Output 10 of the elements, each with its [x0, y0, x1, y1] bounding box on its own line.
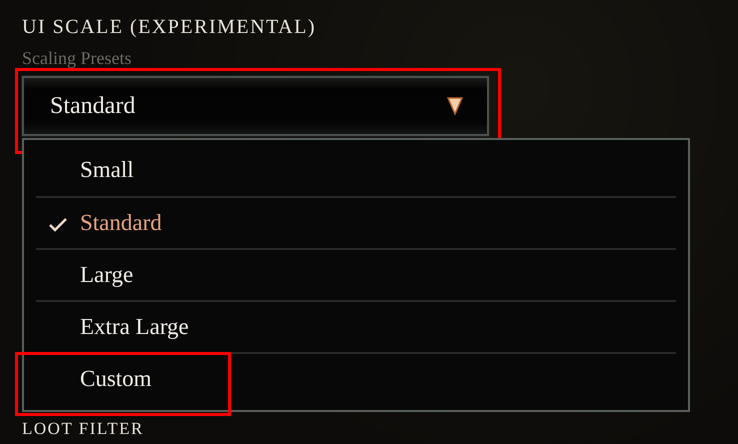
dropdown-option[interactable]: Standard [80, 210, 162, 236]
section-title: UI SCALE (EXPERIMENTAL) [22, 16, 317, 40]
dropdown-option[interactable]: Extra Large [80, 314, 189, 340]
section-title: LOOT FILTER [22, 419, 144, 439]
caret-icon [447, 97, 463, 115]
dropdown-option[interactable]: Large [80, 262, 134, 288]
field-label: Scaling Presets [22, 48, 132, 70]
dropdown-option[interactable]: Small [80, 157, 134, 183]
preset-dropdown[interactable]: Standard [22, 76, 489, 136]
dropdown-option[interactable]: Custom [80, 366, 152, 392]
